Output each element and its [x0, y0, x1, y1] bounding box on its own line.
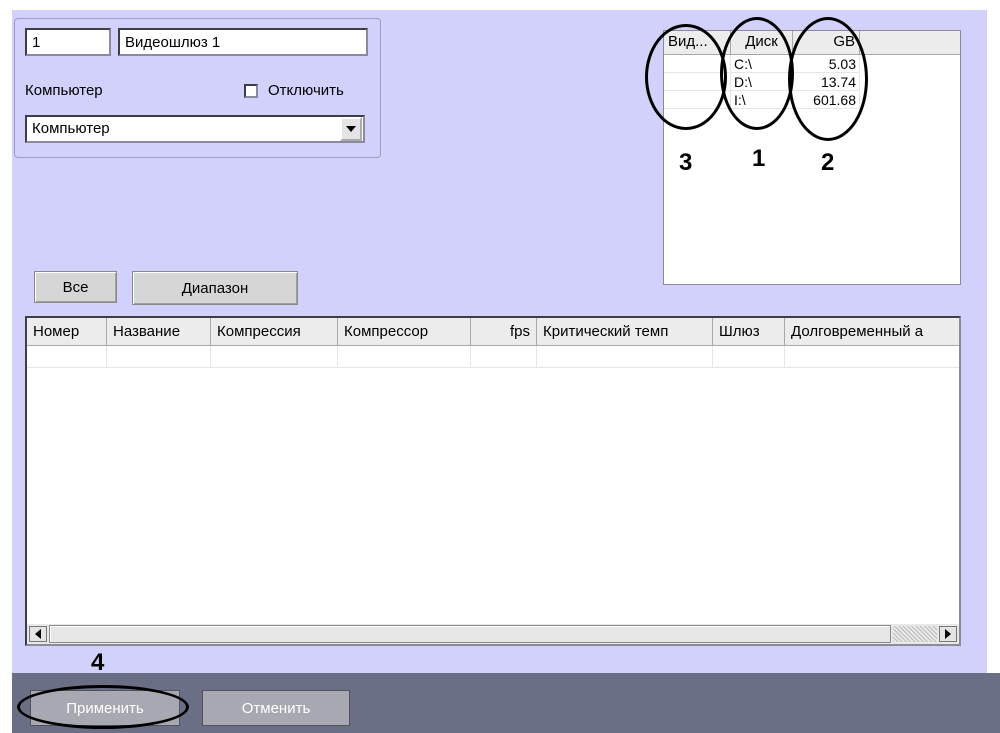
computer-select[interactable]: Компьютер	[25, 115, 365, 143]
disable-label: Отключить	[268, 82, 344, 99]
table-row[interactable]	[27, 346, 959, 368]
table-cell[interactable]	[27, 346, 107, 368]
disable-checkbox[interactable]	[244, 84, 258, 98]
table-cell[interactable]	[471, 346, 537, 368]
cam-col-header-name[interactable]: Название	[107, 318, 211, 346]
gateway-name-input[interactable]	[118, 28, 368, 56]
table-cell[interactable]	[338, 346, 471, 368]
table-cell[interactable]	[785, 346, 959, 368]
cancel-button[interactable]: Отменить	[202, 690, 350, 726]
camera-table-header: Номер Название Компрессия Компрессор fps…	[27, 318, 959, 346]
camera-table: Номер Название Компрессия Компрессор fps…	[25, 316, 961, 646]
cam-col-header-compressor[interactable]: Компрессор	[338, 318, 471, 346]
all-button[interactable]: Все	[34, 271, 117, 303]
annotation-ellipse-3	[645, 24, 727, 130]
table-cell[interactable]	[107, 346, 211, 368]
annotation-ellipse-2	[788, 17, 868, 141]
annotation-ellipse-1	[720, 17, 794, 130]
table-cell[interactable]	[537, 346, 713, 368]
computer-label: Компьютер	[25, 82, 103, 99]
annotation-number-1: 1	[752, 145, 766, 172]
horizontal-scrollbar[interactable]	[27, 624, 959, 644]
disk-col-header-filler	[860, 31, 960, 55]
computer-select-value: Компьютер	[32, 120, 110, 137]
table-cell[interactable]	[211, 346, 338, 368]
cam-col-header-fps[interactable]: fps	[471, 318, 537, 346]
chevron-down-icon	[346, 126, 356, 132]
scroll-left-button[interactable]	[29, 626, 47, 642]
arrow-left-icon	[35, 629, 41, 639]
annotation-ellipse-4	[17, 685, 189, 729]
range-button[interactable]: Диапазон	[132, 271, 298, 305]
cam-col-header-longterm[interactable]: Долговременный а	[785, 318, 959, 346]
annotation-number-2: 2	[821, 149, 835, 176]
cam-col-header-number[interactable]: Номер	[27, 318, 107, 346]
annotation-number-3: 3	[679, 149, 693, 176]
scrollbar-track[interactable]	[893, 626, 937, 642]
scroll-right-button[interactable]	[939, 626, 957, 642]
gateway-id-input[interactable]	[25, 28, 111, 56]
computer-select-dropdown-button[interactable]	[340, 117, 362, 141]
arrow-right-icon	[945, 629, 951, 639]
scrollbar-thumb[interactable]	[49, 625, 891, 643]
cam-col-header-critical-temp[interactable]: Критический темп	[537, 318, 713, 346]
table-cell[interactable]	[713, 346, 785, 368]
annotation-number-4: 4	[91, 649, 105, 676]
cam-col-header-compression[interactable]: Компрессия	[211, 318, 338, 346]
cam-col-header-gateway[interactable]: Шлюз	[713, 318, 785, 346]
